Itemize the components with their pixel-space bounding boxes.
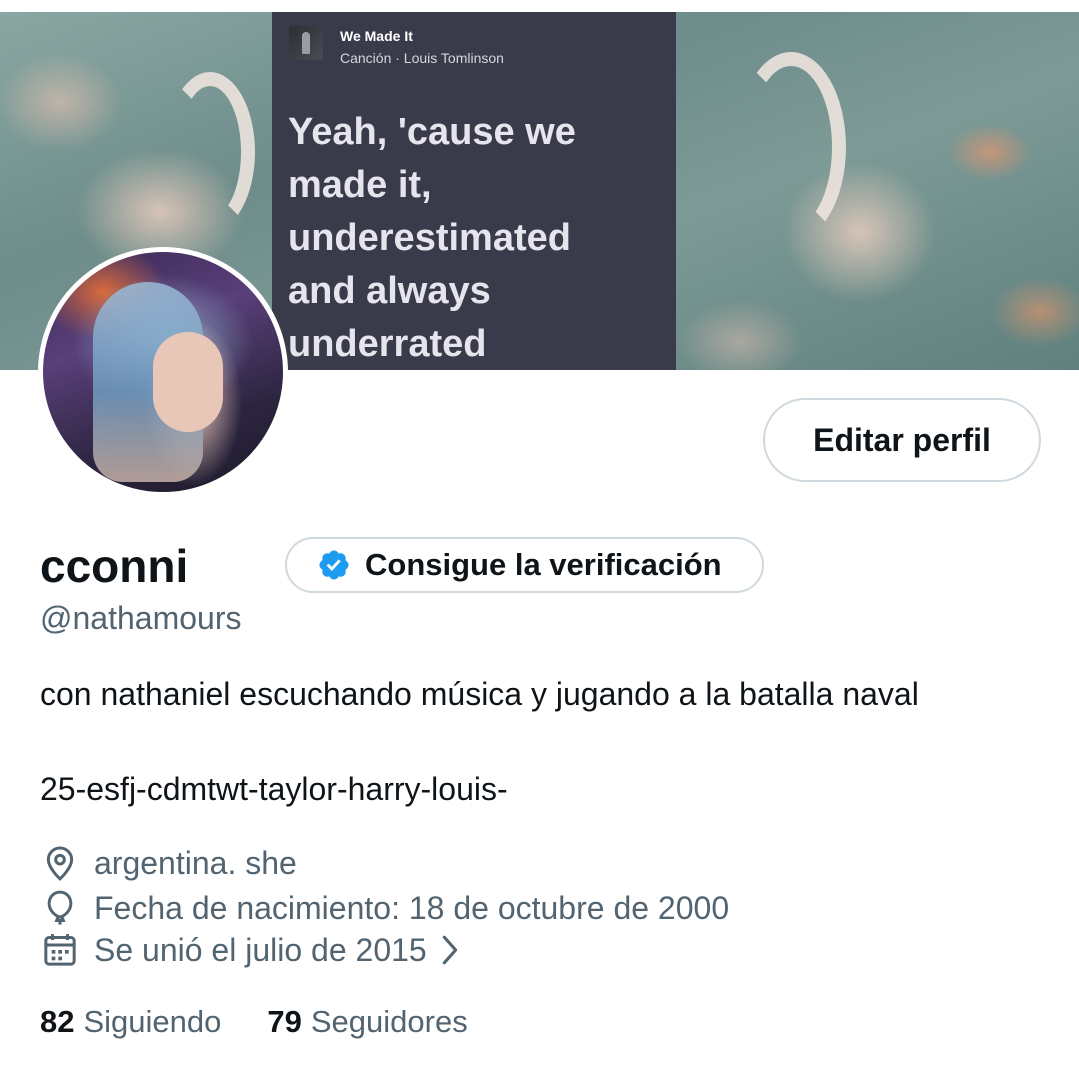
location-text: argentina. she (94, 844, 297, 881)
banner-swan-painting-right (676, 12, 1079, 370)
following-count: 82 (40, 1004, 75, 1039)
avatar[interactable] (38, 247, 288, 497)
bio-line-1: con nathaniel escuchando música y jugand… (40, 676, 919, 712)
user-handle: @nathamours (40, 600, 242, 636)
song-cover-thumbnail (289, 26, 323, 60)
bio-line-2: 25-esfj-cdmtwt-taylor-harry-louis- (40, 771, 508, 807)
birthday-text: Fecha de nacimiento: 18 de octubre de 20… (94, 889, 730, 926)
lyric-card: We Made It Canción · Louis Tomlinson Yea… (272, 12, 676, 370)
song-meta: Canción · Louis Tomlinson (340, 50, 504, 66)
chevron-right-icon[interactable] (437, 933, 463, 967)
song-title: We Made It (340, 28, 413, 44)
followers-count: 79 (267, 1004, 302, 1039)
balloon-icon (47, 890, 73, 925)
avatar-photo (43, 252, 283, 492)
profile-location: argentina. she (40, 843, 297, 883)
profile-joined-date[interactable]: Se unió el julio de 2015 (40, 930, 463, 970)
edit-profile-button[interactable]: Editar perfil (763, 398, 1041, 482)
followers-link[interactable]: 79 Seguidores (267, 1004, 467, 1040)
following-link[interactable]: 82 Siguiendo (40, 1004, 221, 1040)
swan-neck-shape (736, 52, 846, 242)
follow-stats: 82 Siguiendo 79 Seguidores (40, 1004, 468, 1040)
swan-neck-shape (165, 72, 255, 232)
lyric-text: Yeah, 'cause we made it, underestimated … (288, 111, 576, 365)
display-name: cconni (40, 540, 189, 592)
avatar-face-shape (153, 332, 223, 432)
get-verified-label: Consigue la verificación (365, 547, 722, 582)
location-pin-icon (46, 846, 74, 881)
following-label: Siguiendo (83, 1004, 222, 1039)
joined-text: Se unió el julio de 2015 (94, 931, 427, 968)
calendar-icon (44, 934, 76, 966)
get-verified-button[interactable]: Consigue la verificación (285, 537, 764, 593)
verified-badge-icon (319, 550, 349, 580)
followers-label: Seguidores (310, 1004, 468, 1039)
profile-birthday: Fecha de nacimiento: 18 de octubre de 20… (40, 888, 729, 928)
